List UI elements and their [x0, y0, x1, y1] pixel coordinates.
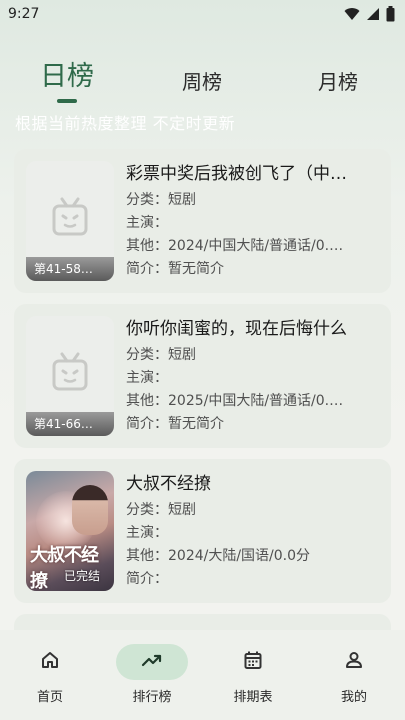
person-icon: [344, 650, 364, 674]
episode-badge: 第41-58…: [26, 257, 114, 281]
drama-intro: 简介：暂无简介: [126, 261, 224, 277]
card-info: 彩票中奖后我被创飞了（中… 分类：短剧 主演： 其他：2024/中国大陆/普通话…: [126, 159, 381, 281]
battery-icon: [386, 6, 395, 22]
poster-placeholder: 第41-66…: [26, 316, 114, 436]
ranking-subtitle: 根据当前热度整理 不定时更新: [15, 114, 236, 133]
drama-cast: 主演：: [126, 525, 168, 541]
nav-schedule[interactable]: 排期表: [213, 644, 293, 705]
status-bar: 9:27: [0, 0, 405, 28]
ranking-tabs: 日榜 周榜 月榜: [0, 58, 405, 104]
wifi-icon: [344, 7, 360, 21]
trending-icon: [141, 652, 163, 672]
nav-label: 我的: [340, 690, 367, 705]
drama-other: 其他：2025/中国大陆/普通话/0.…: [126, 393, 344, 409]
drama-title: 你听你闺蜜的，现在后悔什么: [126, 319, 347, 339]
home-icon: [40, 650, 60, 674]
drama-card[interactable]: 第41-66… 你听你闺蜜的，现在后悔什么 分类：短剧 主演： 其他：2025/…: [14, 304, 391, 448]
drama-intro: 简介：暂无简介: [126, 416, 224, 432]
drama-other: 其他：2024/中国大陆/普通话/0.…: [126, 238, 344, 254]
nav-pill-active: [116, 644, 188, 680]
drama-intro: 简介：: [126, 571, 168, 587]
drama-cast: 主演：: [126, 215, 168, 231]
nav-pill: [14, 644, 86, 680]
poster-figure: [72, 485, 108, 535]
card-info: 大叔不经撩 分类：短剧 主演： 其他：2024/大陆/国语/0.0分 简介：: [126, 469, 381, 591]
nav-pill: [217, 644, 289, 680]
tab-daily[interactable]: 日榜: [40, 54, 94, 93]
nav-label: 排行榜: [132, 690, 172, 705]
tab-indicator: [57, 99, 77, 103]
drama-title: 彩票中奖后我被创飞了（中…: [126, 164, 347, 184]
episode-badge: 第41-66…: [26, 412, 114, 436]
card-info: 你听你闺蜜的，现在后悔什么 分类：短剧 主演： 其他：2025/中国大陆/普通话…: [126, 314, 381, 436]
drama-cast: 主演：: [126, 370, 168, 386]
drama-title: 大叔不经撩: [126, 474, 211, 494]
tab-weekly[interactable]: 周榜: [182, 66, 222, 95]
drama-poster-image: 大叔不经撩 已完结: [26, 471, 114, 591]
calendar-icon: [243, 650, 263, 674]
nav-pill: [318, 644, 390, 680]
bottom-nav: 首页 排行榜 排期表 我的: [0, 630, 405, 720]
drama-category: 分类：短剧: [126, 347, 196, 363]
signal-icon: [366, 7, 380, 21]
drama-category: 分类：短剧: [126, 192, 196, 208]
nav-label: 排期表: [233, 690, 273, 705]
drama-category: 分类：短剧: [126, 502, 196, 518]
nav-ranking[interactable]: 排行榜: [112, 644, 192, 705]
tab-monthly[interactable]: 月榜: [318, 66, 358, 95]
drama-card[interactable]: 大叔不经撩 已完结 大叔不经撩 分类：短剧 主演： 其他：2024/大陆/国语/…: [14, 459, 391, 603]
nav-profile[interactable]: 我的: [314, 644, 394, 705]
poster-status: 已完结: [64, 569, 101, 583]
drama-card[interactable]: 第41-58… 彩票中奖后我被创飞了（中… 分类：短剧 主演： 其他：2024/…: [14, 149, 391, 293]
drama-other: 其他：2024/大陆/国语/0.0分: [126, 548, 311, 564]
nav-home[interactable]: 首页: [10, 644, 90, 705]
nav-label: 首页: [36, 690, 63, 705]
tv-placeholder-icon: [52, 197, 88, 241]
status-time: 9:27: [8, 6, 40, 22]
poster-placeholder: 第41-58…: [26, 161, 114, 281]
status-icons: [344, 6, 395, 22]
tv-placeholder-icon: [52, 352, 88, 396]
